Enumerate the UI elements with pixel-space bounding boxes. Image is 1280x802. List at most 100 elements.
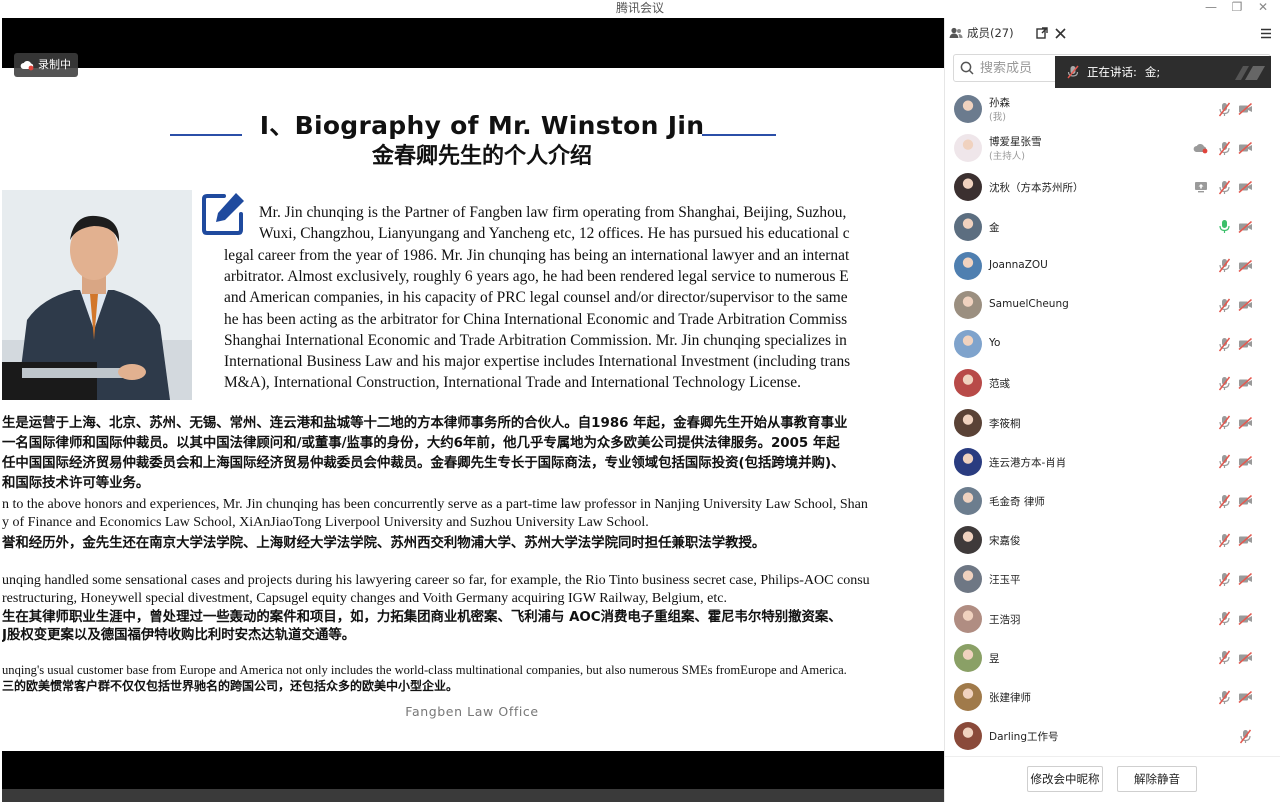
camera-off-icon[interactable] [1237, 689, 1253, 705]
member-row[interactable]: SamuelCheung [945, 286, 1280, 325]
member-name: SamuelCheung [989, 298, 1069, 310]
bio-en-line-6: he has been acting as the arbitrator for… [224, 311, 848, 328]
camera-off-icon[interactable] [1237, 219, 1253, 235]
camera-off-icon[interactable] [1237, 179, 1253, 195]
recording-label: 录制中 [38, 58, 71, 71]
bio-en-line-4: arbitrator. Almost exclusively, roughly … [224, 268, 849, 285]
member-avatar [954, 408, 982, 437]
popout-panel-button[interactable] [1033, 24, 1051, 42]
member-avatar [954, 526, 982, 555]
member-row[interactable]: Yo [945, 325, 1280, 364]
camera-off-icon[interactable] [1237, 493, 1253, 509]
member-name: 宋嘉俊 [989, 535, 1021, 548]
camera-off-icon[interactable] [1237, 454, 1253, 470]
camera-off-icon[interactable] [1237, 101, 1253, 117]
member-avatar [954, 487, 982, 515]
mic-muted-icon[interactable] [1216, 611, 1232, 627]
rename-button[interactable]: 修改会中昵称 [1027, 766, 1103, 792]
mic-muted-icon[interactable] [1237, 728, 1253, 744]
mic-muted-icon[interactable] [1216, 415, 1232, 431]
member-search-input[interactable] [980, 60, 1060, 76]
member-role: (主持人) [989, 151, 1025, 163]
member-row[interactable]: 连云港方本-肖肖 [945, 443, 1280, 482]
close-panel-button[interactable] [1051, 24, 1069, 42]
camera-off-icon[interactable] [1237, 415, 1253, 431]
recording-badge[interactable]: 录制中 [14, 53, 78, 77]
member-name: 连云港方本-肖肖 [989, 456, 1067, 469]
speaking-indicator-decoration-icon [1235, 66, 1265, 80]
shared-screen: 录制中 Ⅰ、Biography of Mr. Winston Jin 金春卿先生… [2, 18, 944, 802]
restore-button[interactable]: ❐ [1226, 0, 1248, 16]
close-window-button[interactable]: ✕ [1252, 0, 1274, 16]
member-name: 李筱桐 [989, 417, 1021, 430]
member-row[interactable]: 张建律师 [945, 678, 1280, 717]
mic-muted-icon[interactable] [1216, 571, 1232, 587]
member-row[interactable]: 孙森 (我) [945, 90, 1280, 129]
member-avatar [954, 447, 982, 476]
camera-off-icon[interactable] [1237, 336, 1253, 352]
member-avatar [954, 330, 982, 359]
member-name: 范彧 [989, 378, 1010, 391]
camera-off-icon[interactable] [1237, 571, 1253, 587]
portrait-photo [2, 190, 192, 400]
mic-muted-icon[interactable] [1216, 454, 1232, 470]
camera-off-icon[interactable] [1237, 140, 1253, 156]
bio-en-line-3: legal career from the year of 1986. Mr. … [224, 247, 850, 264]
member-row[interactable]: 汪玉平 [945, 560, 1280, 599]
popout-icon [1036, 27, 1048, 39]
minimize-button[interactable]: — [1200, 0, 1222, 16]
bio-en-line-5: and American companies, in his capacity … [224, 289, 848, 306]
unmute-button[interactable]: 解除静音 [1117, 766, 1197, 792]
member-row[interactable]: JoannaZOU [945, 247, 1280, 286]
speaking-label: 正在讲话: [1087, 65, 1137, 79]
mic-muted-icon[interactable] [1216, 650, 1232, 666]
tab-members[interactable]: 成员(27) [949, 24, 1014, 42]
member-row[interactable]: 沈秋（方本苏州所） [945, 168, 1280, 207]
member-avatar [954, 212, 982, 241]
camera-off-icon[interactable] [1237, 650, 1253, 666]
camera-off-icon[interactable] [1237, 297, 1253, 313]
member-row[interactable]: Darling工作号 [945, 717, 1280, 756]
member-row[interactable]: 昱 [945, 639, 1280, 678]
member-row[interactable]: 宋嘉俊 [945, 521, 1280, 560]
slide-title-chinese: 金春卿先生的个人介绍 [371, 144, 592, 169]
mic-muted-icon[interactable] [1216, 179, 1232, 195]
member-avatar [954, 722, 982, 751]
professor-cn-line: 誉和经历外，金先生还在南京大学法学院、上海财经大学法学院、苏州西交利物浦大学、苏… [2, 536, 766, 551]
professor-en-line-2: y of Finance and Economics Law School, X… [2, 515, 649, 530]
members-panel: 成员(27) 搜索成员 正在讲话: 金; 孙森 (我) 博爱星张雪 (主持人) … [944, 18, 1280, 802]
title-bar: 腾讯会议 — ❐ ✕ [0, 0, 1280, 18]
member-avatar [954, 369, 982, 398]
member-name: Yo [989, 337, 1001, 350]
mic-muted-icon[interactable] [1216, 532, 1232, 548]
member-avatar [954, 251, 982, 280]
camera-off-icon[interactable] [1237, 258, 1253, 274]
member-row[interactable]: 博爱星张雪 (主持人) [945, 129, 1280, 168]
member-row[interactable]: 毛金奇 律师 [945, 482, 1280, 521]
mic-muted-icon[interactable] [1216, 493, 1232, 509]
bio-en-line-7: Shanghai International Economic and Trad… [224, 332, 847, 349]
mic-muted-icon[interactable] [1216, 297, 1232, 313]
camera-off-icon[interactable] [1237, 532, 1253, 548]
mic-muted-icon[interactable] [1216, 689, 1232, 705]
panel-header: 成员(27) [945, 18, 1280, 48]
cloud-record-icon [20, 60, 34, 71]
mic-muted-icon[interactable] [1216, 375, 1232, 391]
panel-menu-button[interactable] [1257, 24, 1275, 42]
member-row[interactable]: 金 [945, 208, 1280, 247]
letterbox-top [2, 18, 944, 68]
mic-muted-icon[interactable] [1216, 101, 1232, 117]
members-icon [949, 27, 963, 38]
mic-on-icon[interactable] [1216, 219, 1232, 235]
mic-muted-icon[interactable] [1216, 258, 1232, 274]
camera-off-icon[interactable] [1237, 375, 1253, 391]
members-tab-label: 成员(27) [967, 26, 1014, 40]
camera-off-icon[interactable] [1237, 611, 1253, 627]
member-avatar [954, 134, 982, 163]
member-name: 王浩羽 [989, 613, 1021, 626]
member-row[interactable]: 李筱桐 [945, 404, 1280, 443]
member-row[interactable]: 王浩羽 [945, 600, 1280, 639]
member-row[interactable]: 范彧 [945, 364, 1280, 403]
mic-muted-icon[interactable] [1216, 140, 1232, 156]
mic-muted-icon[interactable] [1216, 336, 1232, 352]
